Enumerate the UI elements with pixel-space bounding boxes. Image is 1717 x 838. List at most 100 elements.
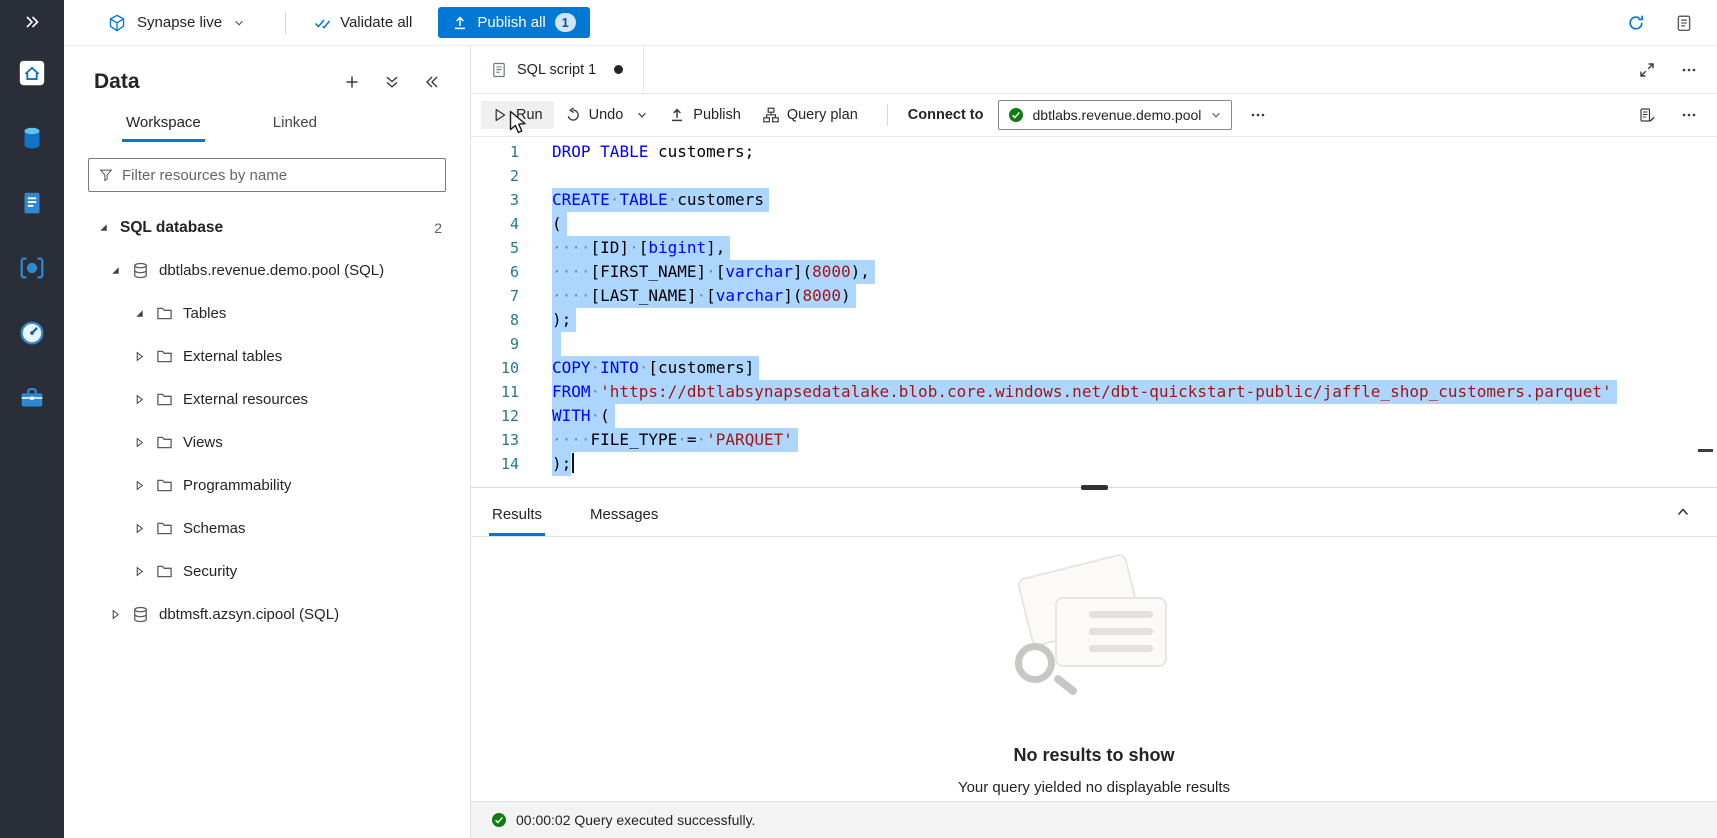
line-number: 7 (471, 284, 552, 308)
code-line-9[interactable] (552, 332, 1717, 356)
undo-icon (565, 107, 581, 123)
splitter-handle[interactable] (1081, 485, 1108, 490)
line-number: 3 (471, 188, 552, 212)
publish-icon (452, 15, 468, 31)
code-line-7[interactable]: ····[LAST_NAME]·[varchar](8000) (552, 284, 1717, 308)
top-bar: Synapse live Validate all Publish all 1 (64, 0, 1717, 46)
tree-item-external-tables[interactable]: External tables (64, 335, 470, 378)
publish-button[interactable]: Publish (658, 101, 752, 129)
tree-item-views[interactable]: Views (64, 421, 470, 464)
tree-item-label: Programmability (183, 477, 291, 494)
expand-all-icon[interactable] (384, 74, 400, 90)
tab-results[interactable]: Results (489, 506, 545, 536)
expand-editor-icon[interactable] (1639, 62, 1655, 78)
tree-item-programmability[interactable]: Programmability (64, 464, 470, 507)
tree-item-dbtmsft-azsyn-cipool-sql[interactable]: dbtmsft.azsyn.cipool (SQL) (64, 593, 470, 636)
tree-item-label: SQL database (120, 219, 223, 237)
add-resource-button[interactable] (344, 74, 360, 90)
expand-arrow-icon[interactable] (132, 480, 146, 491)
run-icon (492, 107, 508, 123)
rail-manage-button[interactable] (15, 381, 49, 415)
code-line-2[interactable] (552, 164, 1717, 188)
tree-item-label: Security (183, 563, 237, 580)
expand-arrow-icon[interactable] (132, 566, 146, 577)
code-lines: DROP TABLE customers; CREATE·TABLE·custom… (552, 137, 1717, 487)
validate-all-button[interactable]: Validate all (304, 8, 422, 37)
sql-script-icon (491, 62, 507, 78)
collapse-results-icon[interactable] (1675, 504, 1691, 520)
divider (887, 104, 888, 126)
line-number: 6 (471, 260, 552, 284)
pool-name: dbtlabs.revenue.demo.pool (1033, 107, 1202, 123)
tree-item-tables[interactable]: Tables (64, 292, 470, 335)
toolbar-more-icon[interactable] (1681, 107, 1697, 123)
success-icon (491, 812, 507, 828)
filter-input[interactable] (122, 167, 435, 184)
tree-item-external-resources[interactable]: External resources (64, 378, 470, 421)
tree-item-sql-database[interactable]: SQL database2 (64, 206, 470, 249)
expand-arrow-icon[interactable] (132, 394, 146, 405)
connect-to-label: Connect to (908, 107, 984, 123)
database-icon (132, 262, 149, 279)
tree-item-schemas[interactable]: Schemas (64, 507, 470, 550)
code-line-4[interactable]: ( (552, 212, 1717, 236)
code-line-3[interactable]: CREATE·TABLE·customers (552, 188, 1717, 212)
connect-more-icon[interactable] (1250, 107, 1266, 123)
folder-icon (156, 305, 173, 322)
workspace-switcher[interactable]: Synapse live (104, 8, 267, 38)
code-line-10[interactable]: COPY·INTO·[customers] (552, 356, 1717, 380)
collapse-arrow-icon[interactable] (132, 308, 146, 319)
code-line-1[interactable]: DROP TABLE customers; (552, 140, 1717, 164)
folder-icon (156, 477, 173, 494)
line-number: 5 (471, 236, 552, 260)
pool-selector[interactable]: dbtlabs.revenue.demo.pool (998, 100, 1233, 130)
line-number: 1 (471, 140, 552, 164)
rail-integrate-button[interactable] (15, 251, 49, 285)
publish-all-button[interactable]: Publish all 1 (438, 7, 589, 38)
tree-item-dbtlabs-revenue-demo-pool-sql[interactable]: dbtlabs.revenue.demo.pool (SQL) (64, 249, 470, 292)
expand-arrow-icon[interactable] (108, 609, 122, 620)
code-line-11[interactable]: FROM·'https://dbtlabsynapsedatalake.blob… (552, 380, 1717, 404)
collapse-panel-icon[interactable] (424, 74, 440, 90)
tabstrip-more-icon[interactable] (1681, 62, 1697, 78)
tree-item-security[interactable]: Security (64, 550, 470, 593)
properties-icon[interactable] (1639, 107, 1655, 123)
toolbar-right-actions (1639, 107, 1717, 123)
tab-workspace[interactable]: Workspace (122, 106, 205, 142)
collapse-arrow-icon[interactable] (108, 265, 122, 276)
rail-data-button[interactable] (15, 121, 49, 155)
collapse-arrow-icon[interactable] (96, 222, 110, 233)
rail-develop-button[interactable] (15, 186, 49, 220)
expand-arrow-icon[interactable] (132, 523, 146, 534)
expand-arrow-icon[interactable] (132, 351, 146, 362)
expand-sidebar-button[interactable] (0, 0, 64, 44)
tab-messages[interactable]: Messages (587, 506, 661, 536)
code-line-6[interactable]: ····[FIRST_NAME]·[varchar](8000), (552, 260, 1717, 284)
query-plan-button[interactable]: Query plan (752, 101, 869, 129)
release-notes-icon[interactable] (1675, 14, 1693, 32)
line-number: 13 (471, 428, 552, 452)
filter-icon (99, 168, 113, 182)
rail-home-button[interactable] (15, 56, 49, 90)
document-tabstrip: SQL script 1 (471, 46, 1717, 94)
code-line-14[interactable]: ); (552, 452, 1717, 476)
run-button[interactable]: Run (481, 101, 554, 129)
empty-title: No results to show (1013, 745, 1174, 766)
undo-dropdown-button[interactable] (630, 103, 654, 127)
code-line-12[interactable]: WITH·( (552, 404, 1717, 428)
folder-icon (156, 563, 173, 580)
code-line-5[interactable]: ····[ID]·[bigint], (552, 236, 1717, 260)
refresh-icon[interactable] (1627, 14, 1645, 32)
chevron-down-icon (233, 17, 245, 29)
code-editor[interactable]: 1234567891011121314 DROP TABLE customers… (471, 137, 1717, 487)
tab-sql-script-1[interactable]: SQL script 1 (471, 46, 644, 93)
code-line-13[interactable]: ····FILE_TYPE·=·'PARQUET' (552, 428, 1717, 452)
undo-button[interactable]: Undo (554, 101, 635, 129)
publish-all-label: Publish all (477, 14, 545, 31)
code-line-8[interactable]: ); (552, 308, 1717, 332)
line-number: 10 (471, 356, 552, 380)
workspace-mode-label: Synapse live (137, 14, 222, 31)
rail-monitor-button[interactable] (15, 316, 49, 350)
expand-arrow-icon[interactable] (132, 437, 146, 448)
tab-linked[interactable]: Linked (269, 106, 321, 142)
